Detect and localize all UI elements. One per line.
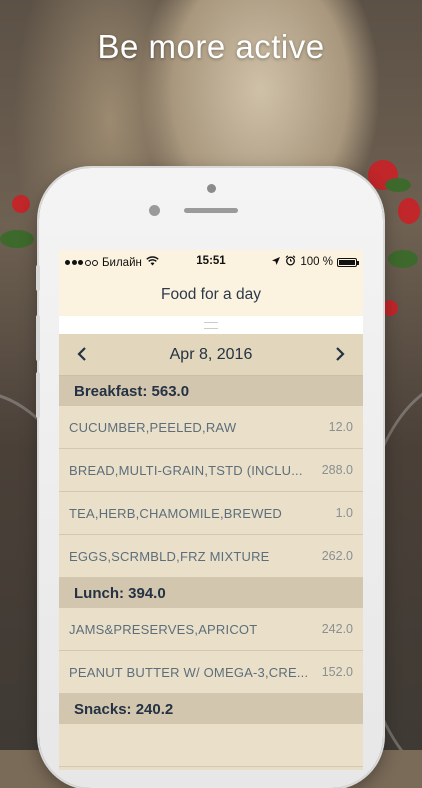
food-calories: 152.0: [321, 665, 353, 679]
list-item[interactable]: CUCUMBER,PEELED,RAW 12.0: [59, 406, 363, 449]
food-name: BREAD,MULTI-GRAIN,TSTD (INCLU...: [69, 462, 303, 478]
food-calories: 12.0: [328, 420, 353, 434]
current-date[interactable]: Apr 8, 2016: [170, 346, 253, 364]
section-header-snacks: Snacks: 240.2: [59, 694, 363, 724]
date-selector: Apr 8, 2016: [59, 334, 363, 376]
pull-handle[interactable]: [59, 316, 363, 334]
chevron-left-icon[interactable]: [73, 344, 91, 366]
food-calories: 242.0: [321, 622, 353, 636]
grab-handle-icon: [204, 321, 218, 329]
list-item[interactable]: PEANUT BUTTER W/ OMEGA-3,CRE... 152.0: [59, 651, 363, 694]
headline: Be more active: [97, 28, 325, 65]
food-calories: 262.0: [321, 549, 353, 563]
alarm-clock-icon: [285, 255, 296, 269]
list-item[interactable]: [59, 724, 363, 767]
location-arrow-icon: [271, 256, 281, 269]
battery-label: 100 %: [300, 256, 333, 268]
app-screen: Билайн 15:51 100 % Food for a day Apr 8,…: [59, 250, 363, 770]
mute-switch: [36, 265, 40, 291]
food-name: TEA,HERB,CHAMOMILE,BREWED: [69, 505, 283, 521]
food-calories: 1.0: [335, 506, 353, 520]
sensor-icon: [149, 205, 160, 216]
nav-title: Food for a day: [161, 286, 261, 303]
volume-up-button: [36, 315, 40, 361]
list-item[interactable]: BREAD,MULTI-GRAIN,TSTD (INCLU... 288.0: [59, 449, 363, 492]
food-name: JAMS&PRESERVES,APRICOT: [69, 621, 258, 637]
food-name: PEANUT BUTTER W/ OMEGA-3,CRE...: [69, 664, 309, 680]
chevron-right-icon[interactable]: [331, 344, 349, 366]
section-header-breakfast: Breakfast: 563.0: [59, 376, 363, 406]
meal-list: Breakfast: 563.0 CUCUMBER,PEELED,RAW 12.…: [59, 376, 363, 767]
list-item[interactable]: EGGS,SCRMBLD,FRZ MIXTURE 262.0: [59, 535, 363, 578]
list-item[interactable]: JAMS&PRESERVES,APRICOT 242.0: [59, 608, 363, 651]
nav-bar: Food for a day: [59, 274, 363, 316]
list-item[interactable]: TEA,HERB,CHAMOMILE,BREWED 1.0: [59, 492, 363, 535]
battery-icon: [337, 257, 359, 267]
food-name: CUCUMBER,PEELED,RAW: [69, 419, 237, 435]
food-calories: 288.0: [321, 463, 353, 477]
status-bar: Билайн 15:51 100 %: [59, 250, 363, 274]
food-name: EGGS,SCRMBLD,FRZ MIXTURE: [69, 548, 270, 564]
camera-icon: [207, 184, 216, 193]
volume-down-button: [36, 372, 40, 418]
speaker-grille: [184, 208, 238, 213]
section-header-lunch: Lunch: 394.0: [59, 578, 363, 608]
